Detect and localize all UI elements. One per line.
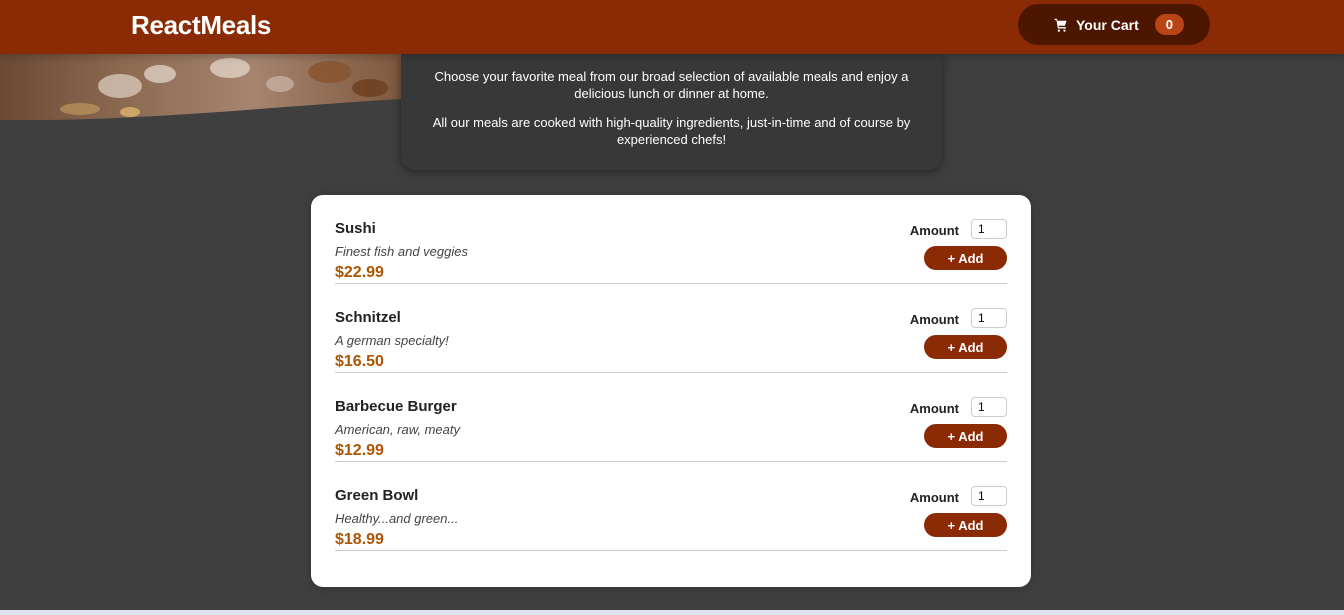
meal-price: $12.99	[335, 442, 384, 459]
cart-count-badge: 0	[1154, 14, 1184, 35]
cart-label: Your Cart	[1076, 16, 1139, 33]
meals-summary: Choose your favorite meal from our broad…	[401, 54, 942, 170]
cart-button[interactable]: Your Cart 0	[1018, 4, 1210, 45]
amount-label: Amount	[909, 490, 959, 505]
meal-name: Sushi	[335, 220, 376, 237]
meal-price: $18.99	[335, 531, 384, 548]
meal-name: Schnitzel	[335, 309, 401, 326]
amount-label: Amount	[909, 401, 959, 416]
amount-label: Amount	[909, 312, 959, 327]
meal-name: Barbecue Burger	[335, 398, 457, 415]
meal-price: $16.50	[335, 353, 384, 370]
bottom-strip	[0, 610, 1344, 615]
cart-icon	[1054, 18, 1067, 32]
amount-input[interactable]	[971, 308, 1007, 328]
meal-description: American, raw, meaty	[335, 422, 460, 437]
add-to-cart-button[interactable]: + Add	[924, 335, 1007, 359]
amount-input[interactable]	[971, 486, 1007, 506]
meal-description: Finest fish and veggies	[335, 244, 468, 259]
amount-input[interactable]	[971, 397, 1007, 417]
brand-title: ReactMeals	[131, 10, 272, 40]
meal-item-sushi: Sushi Finest fish and veggies $22.99 Amo…	[335, 195, 1007, 284]
summary-quality: All our meals are cooked with high-quali…	[432, 115, 911, 147]
meal-price: $22.99	[335, 264, 384, 281]
meal-description: A german specialty!	[335, 333, 449, 348]
amount-input[interactable]	[971, 219, 1007, 239]
add-to-cart-button[interactable]: + Add	[924, 513, 1007, 537]
meals-list-card: Sushi Finest fish and veggies $22.99 Amo…	[311, 195, 1031, 587]
add-to-cart-button[interactable]: + Add	[924, 424, 1007, 448]
amount-label: Amount	[909, 223, 959, 238]
meal-name: Green Bowl	[335, 487, 419, 504]
meal-item-green-bowl: Green Bowl Healthy...and green... $18.99…	[335, 462, 1007, 551]
meal-description: Healthy...and green...	[335, 511, 459, 526]
app-header: ReactMeals Your Cart 0	[0, 0, 1344, 54]
meal-item-barbecue-burger: Barbecue Burger American, raw, meaty $12…	[335, 373, 1007, 462]
meal-item-schnitzel: Schnitzel A german specialty! $16.50 Amo…	[335, 284, 1007, 373]
summary-intro: Choose your favorite meal from our broad…	[434, 69, 909, 101]
add-to-cart-button[interactable]: + Add	[924, 246, 1007, 270]
